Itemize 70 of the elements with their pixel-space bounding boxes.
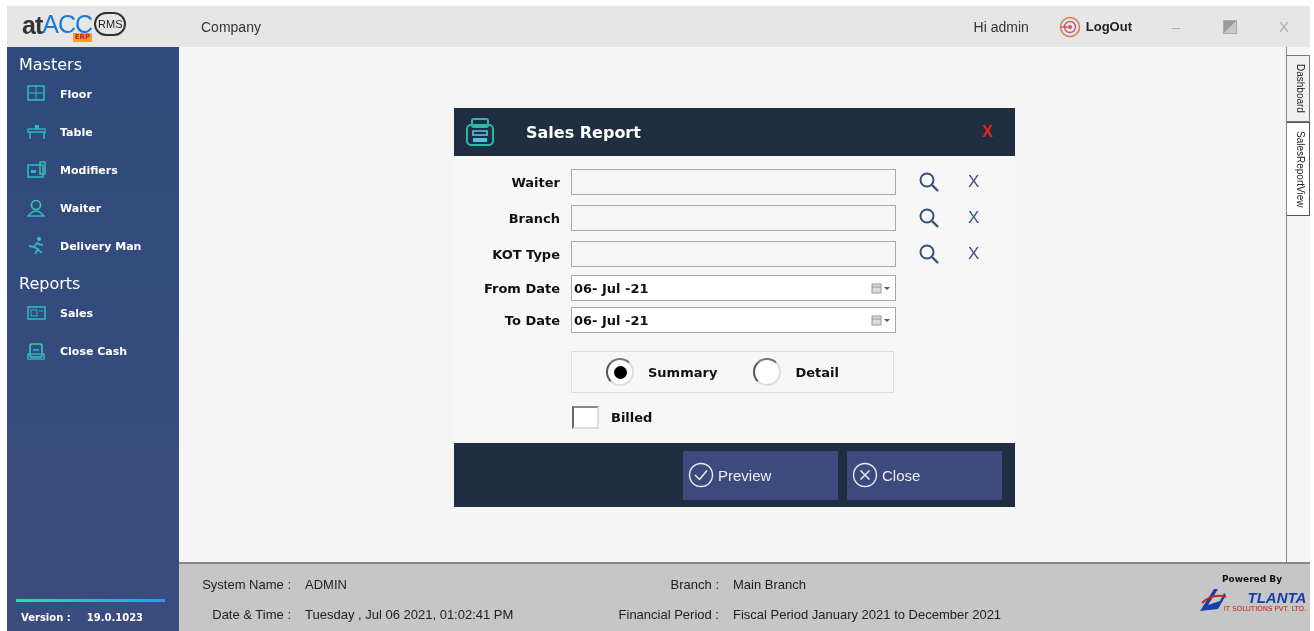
logo-text: at [22,11,43,38]
field-label: KOT Type [491,246,560,262]
input-field[interactable] [571,169,896,195]
field-label: To Date [503,312,560,328]
status-value: Tuesday , Jul 06 2021, 01:02:41 PM [305,606,515,624]
side-tab[interactable]: SalesReportView [1287,121,1310,217]
status-value: ADMIN [305,576,348,594]
logo-plate: RMS [94,11,127,36]
waiter-icon [26,198,46,218]
printer-icon [464,117,496,147]
search-button[interactable] [918,243,940,265]
logout-button[interactable]: LogOut [1058,15,1132,38]
status-value: Fiscal Period January 2021 to December 2021 [733,606,1003,624]
radio-option[interactable]: Detail [753,358,839,386]
sidebar-item[interactable]: Floor [7,75,179,113]
search-icon [918,207,940,229]
cash-icon [26,341,46,361]
date-field[interactable]: 06- Jul -21 [571,275,896,301]
sidebar-item[interactable]: Modifiers [7,151,179,189]
vendor-logo-text: TLANTA [1247,590,1307,605]
dialog-title: Sales Report [526,122,642,142]
powered-by-label: Powered By [1221,574,1282,584]
version-label: Version : [21,612,71,623]
preview-button[interactable]: Preview [683,450,838,500]
field-label: From Date [482,280,560,296]
radio-button[interactable] [753,358,782,386]
section-heading: Reports [19,274,82,294]
clear-button[interactable]: X [968,208,980,228]
calendar-dropdown-icon [871,282,893,294]
sidebar-item[interactable]: Table [7,113,179,151]
sales-icon [26,303,46,323]
sidebar-item[interactable]: Waiter [7,189,179,227]
calendar-dropdown-icon [871,314,893,326]
radio-option[interactable]: Summary [606,358,718,386]
maximize-icon [1223,19,1237,34]
date-field[interactable]: 06- Jul -21 [571,307,896,333]
input-field[interactable] [571,205,896,231]
greeting-text: Hi admin [973,18,1029,35]
status-label: System Name : [201,576,291,594]
checkbox[interactable] [572,406,599,429]
version-number: 19.0.1023 [86,612,144,623]
modifiers-icon [26,160,46,180]
swoosh-icon [1197,587,1228,613]
close-button[interactable]: Close [847,450,1002,500]
side-tab[interactable]: Dashboard [1287,55,1310,122]
check-circle-icon [688,462,714,488]
search-icon [918,243,940,265]
cancel-circle-icon [852,462,878,488]
radio-button[interactable] [606,358,634,386]
checkbox-label: Billed [611,410,653,425]
delivery-icon [26,236,46,256]
search-button[interactable] [918,171,940,193]
field-label: Waiter [510,174,560,190]
sidebar-item[interactable]: Sales [7,294,179,332]
sidebar-item[interactable]: Delivery Man [7,227,179,265]
search-button[interactable] [918,207,940,229]
clear-button[interactable]: X [968,172,980,192]
clear-button[interactable]: X [968,244,980,264]
input-field[interactable] [571,241,896,267]
sidebar-item[interactable]: Close Cash [7,332,179,370]
status-label: Financial Period : [617,606,719,624]
company-label[interactable]: Company [201,18,261,35]
status-label: Branch : [669,576,719,594]
section-heading: Masters [19,55,83,75]
search-icon [918,171,940,193]
field-label: Branch [507,210,560,226]
table-icon [26,122,46,142]
floor-icon [26,84,46,104]
status-label: Date & Time : [211,606,291,624]
status-value: Main Branch [733,576,807,594]
